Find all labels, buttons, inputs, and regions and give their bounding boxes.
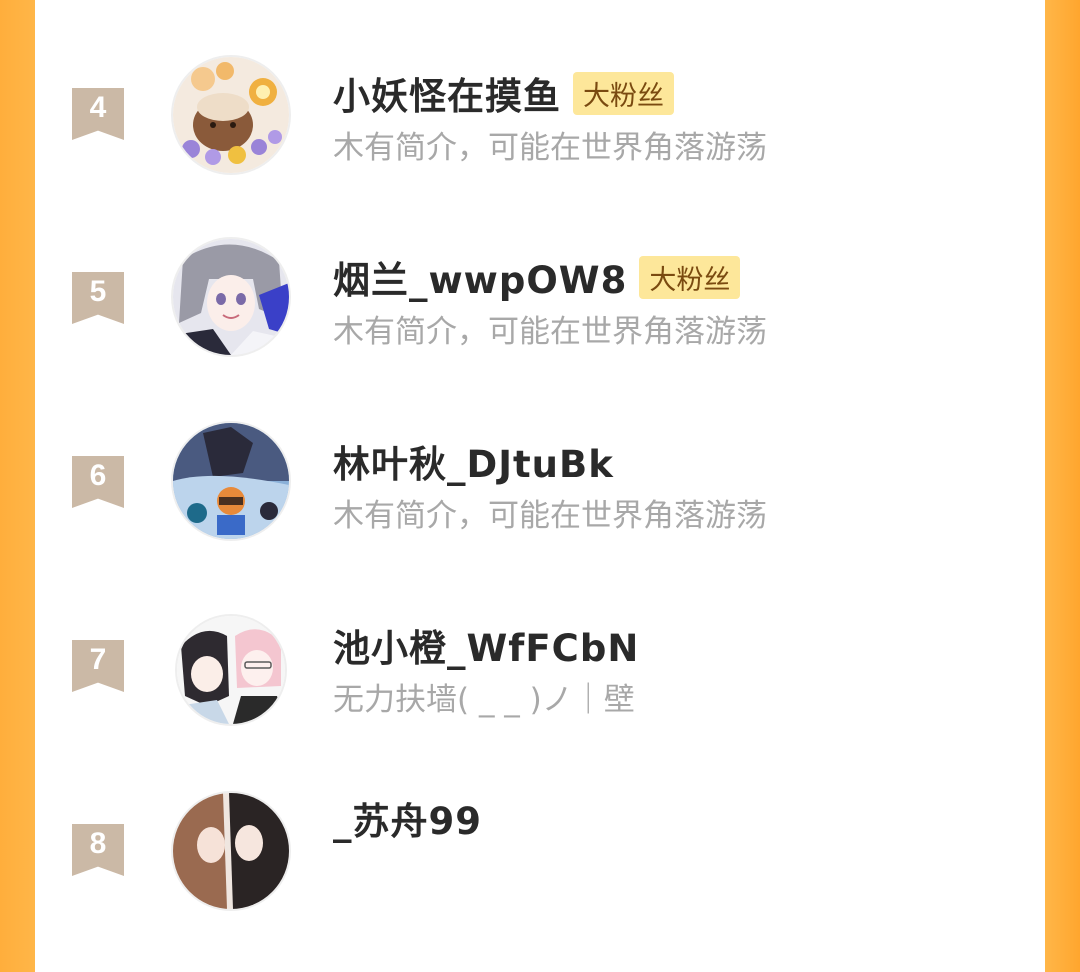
rank-badge: 5 [72, 272, 124, 324]
anime-duo-avatar-icon[interactable] [177, 616, 285, 724]
user-bio: 木有简介，可能在世界角落游荡 [333, 130, 767, 166]
list-item[interactable]: 5 烟兰_wwpOW8 大粉丝 木有简介，可能在世界角落游荡 [35, 236, 1045, 420]
rank-badge: 8 [72, 824, 124, 876]
list-item[interactable]: 7 池小橙_WfFCbN 无力扶墙( _ _ )ノ｜壁 [35, 604, 1045, 788]
rank-badge: 7 [72, 640, 124, 692]
fan-level-badge: 大粉丝 [639, 255, 741, 299]
list-item[interactable]: 6 林叶秋_DJtuBk 木有简介，可能在世界角落游荡 [35, 420, 1045, 604]
user-bio: 无力扶墙( _ _ )ノ｜壁 [333, 682, 635, 718]
user-name[interactable]: _苏舟99 [333, 791, 482, 845]
fan-level-badge: 大粉丝 [573, 71, 674, 115]
user-name[interactable]: 池小橙_WfFCbN [333, 618, 639, 672]
rank-badge: 4 [72, 88, 124, 140]
rank-badge: 6 [72, 456, 124, 508]
user-name[interactable]: 小妖怪在摸鱼 [333, 66, 561, 120]
user-bio: 木有简介，可能在世界角落游荡 [333, 314, 767, 350]
user-name[interactable]: 林叶秋_DJtuBk [333, 434, 614, 488]
couple-avatar-icon[interactable] [173, 793, 289, 909]
anime-girl-avatar-icon[interactable] [173, 239, 289, 355]
fan-ranking-list: 4 小妖怪在摸鱼 大粉丝 木有简介，可能在世界角落游荡 5 烟兰_wwpOW8 … [35, 0, 1045, 909]
list-item[interactable]: 8 _苏舟99 [35, 788, 1045, 972]
fantasy-scene-avatar-icon[interactable] [173, 423, 289, 539]
user-name[interactable]: 烟兰_wwpOW8 [333, 250, 627, 304]
user-bio: 木有简介，可能在世界角落游荡 [333, 498, 767, 534]
list-item[interactable]: 4 小妖怪在摸鱼 大粉丝 木有简介，可能在世界角落游荡 [35, 52, 1045, 236]
chibi-cat-avatar-icon[interactable] [173, 57, 289, 173]
